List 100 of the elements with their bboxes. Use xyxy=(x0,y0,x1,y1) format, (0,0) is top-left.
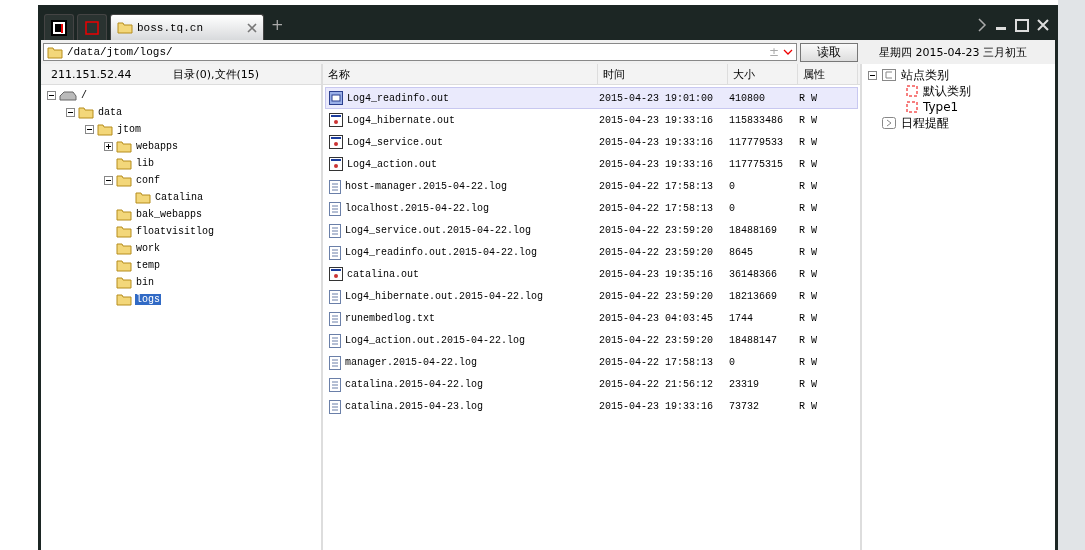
table-cell-text: 117775315 xyxy=(729,158,784,170)
path-text: /data/jtom/logs/ xyxy=(67,46,173,58)
file-row[interactable]: Log4_action.out.2015-04-22.log 2015-04-22 23:59:20 18488147 R W xyxy=(325,329,858,351)
collapse-toggle[interactable] xyxy=(868,70,877,80)
column-header[interactable]: 大小 xyxy=(728,64,798,84)
column-header[interactable]: 属性 xyxy=(798,64,858,84)
file-name: Log4_service.out.2015-04-22.log xyxy=(345,224,532,236)
folder-name[interactable]: webapps xyxy=(135,141,179,152)
folder-name[interactable]: bak_webapps xyxy=(135,209,203,220)
file-name: Log4_hibernate.out.2015-04-22.log xyxy=(345,290,544,302)
text-file-icon xyxy=(329,354,341,370)
expand-toggle[interactable] xyxy=(104,142,113,151)
table-cell-text: 2015-04-23 19:33:16 xyxy=(599,136,715,148)
file-name: manager.2015-04-22.log xyxy=(345,356,478,368)
table-cell-text: 36148366 xyxy=(729,268,778,280)
text-file-icon xyxy=(329,398,341,414)
collapse-toggle[interactable] xyxy=(47,91,56,100)
folder-icon xyxy=(47,45,63,59)
folder-icon xyxy=(116,242,132,255)
table-cell-text: 0 xyxy=(729,356,736,368)
file-row[interactable]: manager.2015-04-22.log 2015-04-22 17:58:13 0 R W xyxy=(325,351,858,373)
category-label[interactable]: 默认类别 xyxy=(923,82,971,100)
column-header[interactable]: 时间 xyxy=(598,64,728,84)
table-cell-text: 2015-04-22 17:58:13 xyxy=(599,180,715,192)
table-cell-text: 115833486 xyxy=(729,114,784,126)
table-cell-text: 0 xyxy=(729,202,736,214)
folder-icon xyxy=(116,259,132,272)
file-name: host-manager.2015-04-22.log xyxy=(345,180,508,192)
drive-icon xyxy=(59,90,77,101)
file-row[interactable]: Log4_hibernate.out 2015-04-23 19:33:16 115833486 R W xyxy=(325,109,858,131)
file-name: Log4_service.out xyxy=(347,136,443,148)
file-row[interactable]: catalina.2015-04-23.log 2015-04-23 19:33:16 73732 R W xyxy=(325,395,858,417)
file-name: catalina.2015-04-22.log xyxy=(345,378,484,390)
folder-name[interactable]: Catalina xyxy=(154,192,204,203)
folder-summary: 目录(0),文件(15) xyxy=(172,66,261,82)
category-label[interactable]: Type1 xyxy=(923,100,959,114)
table-cell-text: 0 xyxy=(729,180,736,192)
file-name: Log4_readinfo.out xyxy=(347,92,450,104)
folder-name[interactable]: jtom xyxy=(116,124,142,135)
text-file-icon xyxy=(329,222,341,238)
folder-icon xyxy=(116,140,132,153)
table-cell-text: 2015-04-22 23:59:20 xyxy=(599,224,715,236)
maximize-icon[interactable] xyxy=(1015,18,1029,32)
tab[interactable]: boss.tq.cn xyxy=(110,14,264,40)
file-row[interactable]: host-manager.2015-04-22.log 2015-04-22 17:58:13 0 R W xyxy=(325,175,858,197)
column-header[interactable]: 名称 xyxy=(323,64,598,84)
category-label[interactable]: 站点类别 xyxy=(901,66,949,84)
file-row[interactable]: Log4_readinfo.out.2015-04-22.log 2015-04-22 23:59:20 8645 R W xyxy=(325,241,858,263)
file-name: catalina.out xyxy=(347,268,419,280)
folder-icon xyxy=(116,293,132,306)
read-button[interactable]: 读取 xyxy=(800,42,858,62)
category-icon xyxy=(906,85,918,97)
category-icon xyxy=(906,101,918,113)
folder-icon xyxy=(116,174,132,187)
add-tab-button[interactable]: + xyxy=(271,16,284,34)
table-cell-text: 2015-04-22 23:59:20 xyxy=(599,334,715,346)
window-file-icon xyxy=(329,267,343,281)
folder-name[interactable]: temp xyxy=(135,260,161,271)
table-cell-text: 2015-04-23 19:33:16 xyxy=(599,114,715,126)
table-cell-text: 2015-04-22 23:59:20 xyxy=(599,246,715,258)
table-cell-text: R W xyxy=(799,290,818,302)
folder-name[interactable]: bin xyxy=(135,277,155,288)
folder-name[interactable]: / xyxy=(80,90,88,101)
file-row[interactable]: catalina.2015-04-22.log 2015-04-22 21:56:12 23319 R W xyxy=(325,373,858,395)
collapse-toggle[interactable] xyxy=(85,125,94,134)
file-name: Log4_readinfo.out.2015-04-22.log xyxy=(345,246,538,258)
folder-icon xyxy=(116,276,132,289)
table-cell-text: 2015-04-23 19:33:16 xyxy=(599,158,715,170)
tab[interactable] xyxy=(44,14,74,40)
window-file-icon xyxy=(329,157,343,171)
file-row[interactable]: localhost.2015-04-22.log 2015-04-22 17:58:13 0 R W xyxy=(325,197,858,219)
collapse-toggle[interactable] xyxy=(66,108,75,117)
file-name: Log4_hibernate.out xyxy=(347,114,456,126)
file-row[interactable]: Log4_service.out 2015-04-23 19:33:16 117779533 R W xyxy=(325,131,858,153)
folder-name[interactable]: lib xyxy=(135,158,155,169)
table-cell-text: 18488169 xyxy=(729,224,778,236)
window-file-icon xyxy=(329,135,343,149)
table-cell-text: R W xyxy=(799,224,818,236)
file-row[interactable]: Log4_hibernate.out.2015-04-22.log 2015-04-22 23:59:20 18213669 R W xyxy=(325,285,858,307)
folder-name[interactable]: floatvisitlog xyxy=(135,226,215,237)
window-file-icon xyxy=(329,113,343,127)
folder-name[interactable]: conf xyxy=(135,175,161,186)
folder-name[interactable]: logs xyxy=(135,294,161,305)
table-cell-text: 8645 xyxy=(729,246,754,258)
chevron-right-icon[interactable] xyxy=(978,18,987,32)
file-row[interactable]: Log4_service.out.2015-04-22.log 2015-04-22 23:59:20 18488169 R W xyxy=(325,219,858,241)
file-row[interactable]: catalina.out 2015-04-23 19:35:16 36148366 R W xyxy=(325,263,858,285)
file-name: Log4_action.out.2015-04-22.log xyxy=(345,334,526,346)
category-label[interactable]: 日程提醒 xyxy=(901,114,949,132)
folder-name[interactable]: data xyxy=(97,107,123,118)
text-file-icon xyxy=(329,332,341,348)
collapse-toggle[interactable] xyxy=(104,176,113,185)
table-cell-text: 18213669 xyxy=(729,290,778,302)
file-row[interactable]: Log4_action.out 2015-04-23 19:33:16 117775315 R W xyxy=(325,153,858,175)
folder-name[interactable]: work xyxy=(135,243,161,254)
file-row[interactable]: runembedlog.txt 2015-04-23 04:03:45 1744 R W xyxy=(325,307,858,329)
path-field[interactable]: /data/jtom/logs/ ± xyxy=(43,43,797,61)
table-cell-text: R W xyxy=(799,312,818,324)
file-row[interactable]: Log4_readinfo.out 2015-04-23 19:01:00 410800 R W xyxy=(325,87,858,109)
table-cell-text: 18488147 xyxy=(729,334,778,346)
